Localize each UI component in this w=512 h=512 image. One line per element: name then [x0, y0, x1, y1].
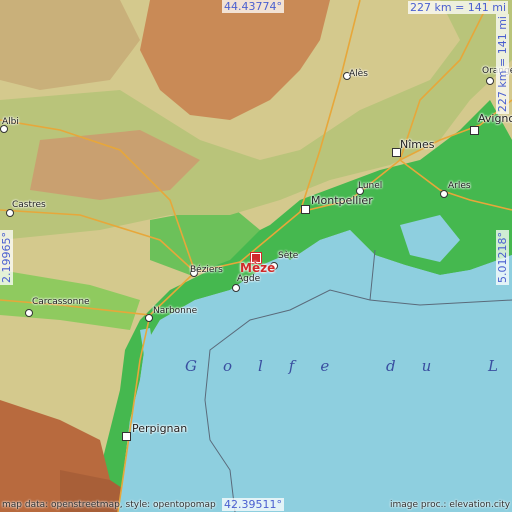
- city-label-sete[interactable]: Sète: [278, 251, 298, 261]
- city-marker-montpellier[interactable]: [301, 205, 310, 214]
- city-marker-perpignan[interactable]: [122, 432, 131, 441]
- map-canvas[interactable]: Golfe du Lion Montpellier Nîmes Béziers …: [0, 0, 512, 512]
- city-marker-arles[interactable]: [440, 190, 448, 198]
- north-coordinate: 44.43774°: [222, 0, 284, 13]
- city-marker-avignon[interactable]: [470, 126, 479, 135]
- city-label-castres[interactable]: Castres: [12, 200, 46, 210]
- city-label-carcassonne[interactable]: Carcassonne: [32, 297, 90, 307]
- city-label-beziers[interactable]: Béziers: [190, 265, 223, 275]
- east-coordinate: 5.01218°: [496, 230, 509, 285]
- sea-label: Golfe du Lion: [185, 357, 512, 375]
- city-label-agde[interactable]: Agde: [237, 274, 260, 284]
- south-coordinate: 42.39511°: [222, 498, 284, 511]
- scale-label-horizontal: 227 km = 141 mi: [408, 1, 509, 14]
- city-label-albi[interactable]: Albi: [2, 117, 19, 127]
- city-marker-castres[interactable]: [6, 209, 14, 217]
- city-marker-orange[interactable]: [486, 77, 494, 85]
- processing-credit: image proc.: elevation.city: [390, 500, 511, 510]
- city-label-ales[interactable]: Alès: [349, 69, 368, 79]
- city-label-perpignan[interactable]: Perpignan: [132, 422, 187, 435]
- city-label-lunel[interactable]: Lunel: [358, 181, 382, 191]
- city-label-narbonne[interactable]: Narbonne: [153, 306, 197, 316]
- city-label-nimes[interactable]: Nîmes: [400, 138, 435, 151]
- city-label-arles[interactable]: Arles: [448, 181, 471, 191]
- city-marker-agde[interactable]: [232, 284, 240, 292]
- scale-label-vertical: 227 km = 141 mi: [496, 14, 509, 115]
- city-label-montpellier[interactable]: Montpellier: [311, 194, 373, 207]
- city-marker-carcassonne[interactable]: [25, 309, 33, 317]
- city-marker-narbonne[interactable]: [145, 314, 153, 322]
- location-label[interactable]: Mèze: [240, 261, 275, 275]
- west-coordinate: 2.19965°: [0, 230, 13, 285]
- map-credit: map data: openstreetmap, style: opentopo…: [2, 500, 216, 510]
